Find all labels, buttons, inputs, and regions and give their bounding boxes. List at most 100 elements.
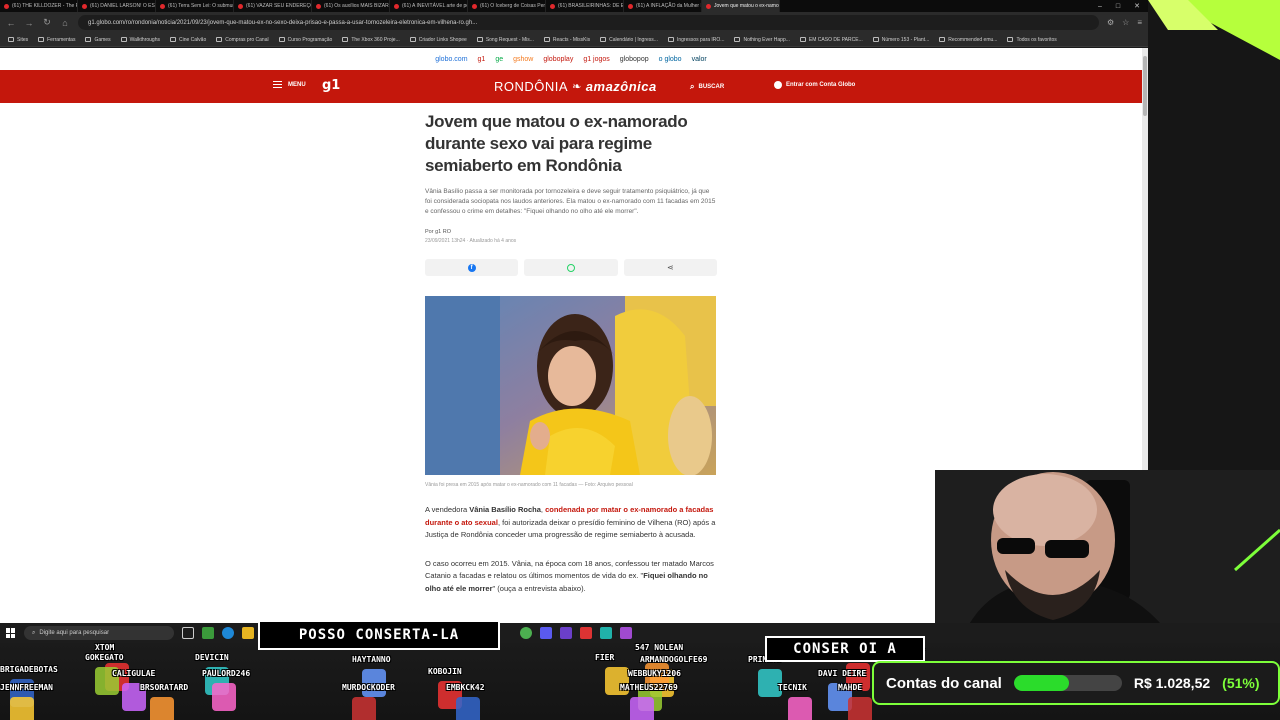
scrollbar-thumb[interactable] [1143,56,1147,116]
folder-icon [120,37,127,42]
share-facebook-button[interactable]: f [425,259,519,276]
folder-icon [1007,37,1014,42]
edge-icon[interactable] [222,627,234,639]
bookmark-item[interactable]: Todos os favoritos [1007,37,1057,43]
chrome-icon[interactable] [520,627,532,639]
app-icon[interactable] [580,627,592,639]
explorer-icon[interactable] [242,627,254,639]
app-icon[interactable] [600,627,612,639]
windows-start-icon[interactable] [6,628,16,638]
tab-label: (61) Terra Sem Lei: O submundo [168,3,234,9]
bookmark-item[interactable]: Cine Calvão [169,37,206,43]
maximize-icon[interactable]: □ [1116,3,1120,10]
folder-icon [38,37,45,42]
vs-icon[interactable] [560,627,572,639]
search-button[interactable]: ⌕ BUSCAR [690,81,762,93]
bookmark-item[interactable]: Walkthroughs [120,37,160,43]
article-photo [425,296,716,475]
bookmark-item[interactable]: Ingressos para IRO... [667,37,724,43]
region-label: RONDÔNIA [494,79,569,94]
bookmark-item[interactable]: Games [85,37,111,43]
bookmark-item[interactable]: Curso Programação [278,36,333,43]
tab-favicon-icon [472,3,477,9]
menu-button[interactable]: MENU [273,81,306,88]
browser-tab[interactable]: (61) A INEVITÁVEL arte de política [390,0,468,12]
globo-nav-link[interactable]: g1 [478,56,486,63]
browser-tab[interactable]: (61) Os auxílios MAIS BIZARROS [312,0,390,12]
person-name: Vânia Basílio Rocha [469,505,541,514]
bookmark-item[interactable]: Recommended emu... [939,37,997,43]
minimize-icon[interactable]: – [1098,3,1102,10]
bookmark-label: Sites [17,36,29,43]
globo-nav-link[interactable]: globo.com [435,56,467,63]
bookmark-item[interactable]: The Xbox 360 Proje... [342,37,400,43]
extensions-icon[interactable]: ⚙ [1107,18,1114,27]
window-controls: – □ ✕ [1098,0,1148,12]
minecraft-icon[interactable] [202,627,214,639]
bookmark-item[interactable]: Ferramentas [38,37,75,43]
share-button[interactable]: ⋖ [623,259,717,276]
browser-toolbar: ← → ↻ ⌂ g1.globo.com/ro/rondonia/noticia… [0,12,1148,33]
globo-nav-link[interactable]: valor [692,56,707,63]
bookmark-item[interactable]: Compras pro Canal [216,37,269,43]
bookmark-item[interactable]: Sites [8,37,28,43]
address-bar[interactable]: g1.globo.com/ro/rondonia/noticia/2021/09… [78,15,1099,30]
globo-nav-link[interactable]: g1 jogos [583,56,609,63]
site-header: MENU g1 RONDÔNIA ❧ amazônica ⌕ BUSCAR En… [0,70,1142,103]
tab-label: (61) Os auxílios MAIS BIZARROS [324,3,389,9]
taskbar-search[interactable]: ⌕ Digite aqui para pesquisar [24,626,174,640]
globo-nav-link[interactable]: gshow [513,56,533,63]
browser-tab[interactable]: (61) A INFLAÇÃO da Mulher FEIA [624,0,702,12]
home-icon[interactable]: ⌂ [60,18,70,28]
browser-tab[interactable]: (61) BRASILEIRINHAS: DE EMPRESA [546,0,624,12]
globo-nav-link[interactable]: o globo [659,56,682,63]
globo-nav-link[interactable]: globopop [620,56,649,63]
browser-tab[interactable]: (61) O Iceberg de Coisas Perturbadoras [468,0,546,12]
bookmark-item[interactable]: Número 153 - Plant... [872,37,929,43]
bookmark-item[interactable]: Song Request - Mis... [476,37,534,43]
search-placeholder: Digite aqui para pesquisar [39,630,110,636]
bookmark-item[interactable]: Calendário | Ingress... [600,37,658,43]
browser-tab[interactable]: (61) DANIEL LARSON! O ESCOVA [78,0,156,12]
viewer-nickname: DAVI DEIRE [818,669,867,678]
g1-logo[interactable]: g1 [322,78,340,93]
bookmark-star-icon[interactable]: ☆ [1122,18,1129,27]
bookmark-item[interactable]: EM CASO DE PARCE... [799,37,863,43]
tab-favicon-icon [160,3,165,9]
folder-icon [600,37,607,42]
browser-tab[interactable]: (61) VAZAR SEU ENDEREÇO HOJE [234,0,312,12]
text-span: A vendedora [425,505,470,514]
viewer-nickname: CALIGULAE [112,669,156,678]
forward-icon[interactable]: → [24,18,34,28]
app-icon[interactable] [540,627,552,639]
back-icon[interactable]: ← [6,18,16,28]
login-button[interactable]: Entrar com Conta Globo [774,81,855,89]
close-icon[interactable]: ✕ [1134,2,1140,10]
goal-percent: (51%) [1222,675,1260,691]
tab-label: (61) THE KILLDOZER - The Reason [12,3,77,9]
site-brand[interactable]: RONDÔNIA ❧ amazônica [494,79,657,94]
bookmark-item[interactable]: Nothing Ever Happ... [734,37,790,43]
app-icon[interactable] [620,627,632,639]
browser-tab[interactable]: Jovem que matou o ex-namorado [702,0,780,12]
share-icon: ⋖ [666,263,674,272]
folder-icon [342,37,349,42]
share-whatsapp-button[interactable] [524,259,618,276]
viewer-nickname: DEVICIN [195,653,229,662]
reload-icon[interactable]: ↻ [42,17,52,28]
bookmark-label: Curso Programação [287,36,333,43]
browser-menu-icon[interactable]: ≡ [1137,18,1142,27]
browser-tab[interactable]: (61) THE KILLDOZER - The Reason [0,0,78,12]
bookmark-item[interactable]: Reacts - MissKis [543,37,590,43]
folder-icon [799,37,806,42]
globo-nav-link[interactable]: globoplay [543,56,573,63]
browser-tab[interactable]: (61) Terra Sem Lei: O submundo [156,0,234,12]
tab-favicon-icon [82,3,87,9]
viewer-avatar [630,697,654,720]
search-icon: ⌕ [690,82,695,91]
task-view-icon[interactable] [182,627,194,639]
bookmark-item[interactable]: Criador Links Shopee [409,37,467,43]
viewer-avatar [10,697,34,720]
article-byline: Por g1 RO [425,229,451,235]
globo-nav-link[interactable]: ge [495,56,503,63]
